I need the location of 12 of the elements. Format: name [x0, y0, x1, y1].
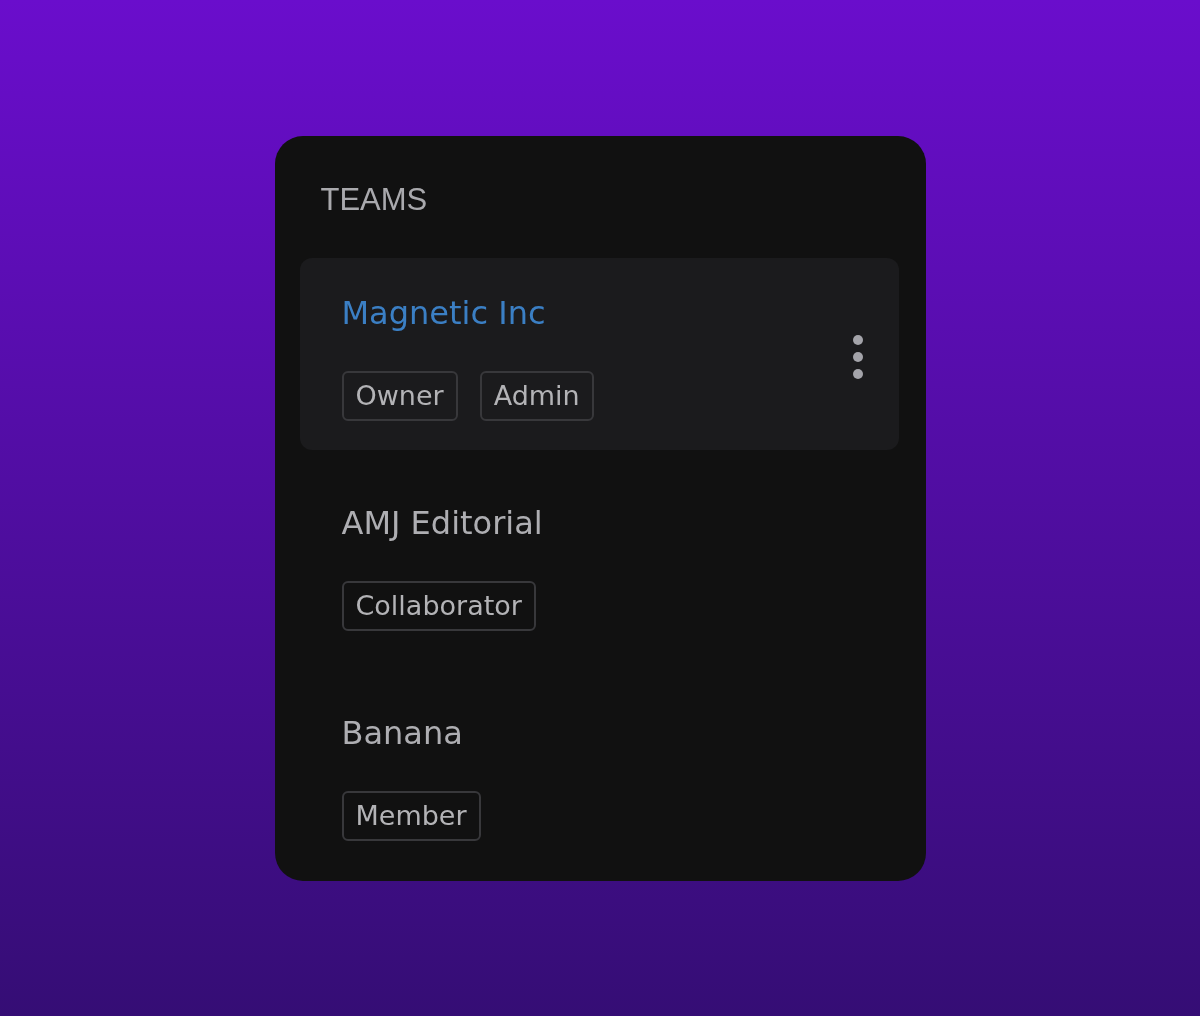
team-name: Banana — [341, 713, 464, 753]
role-tag: Collaborator — [341, 581, 536, 631]
role-tag: Owner — [341, 371, 458, 421]
team-item[interactable]: AMJ Editorial Collaborator — [299, 468, 899, 660]
team-name: AMJ Editorial — [341, 503, 543, 543]
team-name: Magnetic Inc — [341, 293, 547, 333]
more-options-icon[interactable] — [851, 335, 864, 379]
panel-title: TEAMS — [319, 181, 429, 219]
team-item[interactable]: Banana Member — [299, 678, 899, 870]
team-item[interactable]: Magnetic Inc Owner Admin — [299, 258, 899, 450]
role-tag: Admin — [479, 371, 594, 421]
role-tag: Member — [341, 791, 481, 841]
